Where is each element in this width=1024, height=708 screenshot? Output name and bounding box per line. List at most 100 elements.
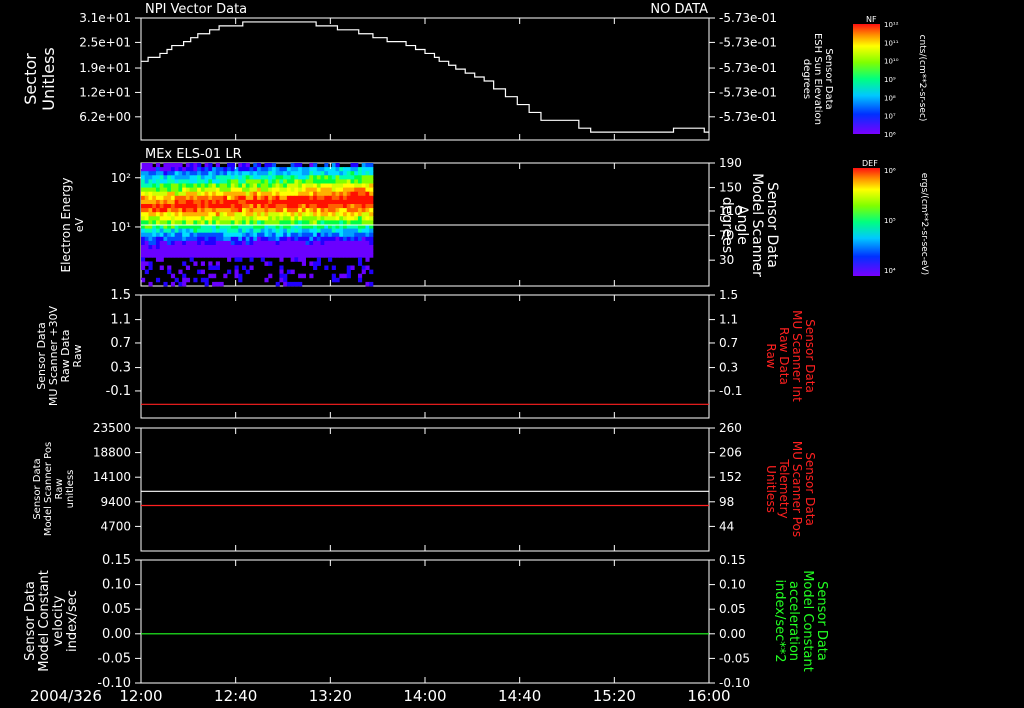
spectrogram-cell: [283, 187, 288, 193]
spectrogram-cell: [305, 179, 310, 184]
spectrogram-cell: [200, 199, 205, 205]
spectrogram-cell: [331, 232, 336, 238]
spectrogram-cell: [294, 187, 299, 193]
spectrogram-cell: [152, 212, 157, 217]
spectrogram-cell: [283, 208, 288, 213]
spectrogram-cell: [271, 199, 277, 205]
ytick-left-label: 0.05: [102, 602, 131, 617]
spectrogram-cell: [141, 240, 146, 246]
spectrogram-cell: [305, 228, 310, 234]
ytick-right-label: 0.05: [719, 602, 746, 616]
spectrogram-cell: [219, 232, 224, 238]
spectrogram-cell: [301, 220, 306, 225]
spectrogram-cell: [294, 183, 299, 188]
spectrogram-cell: [219, 195, 224, 201]
spectrogram-cell: [343, 199, 348, 205]
spectrogram-cell: [159, 253, 164, 258]
spectrogram-cell: [245, 199, 250, 205]
spectrogram-cell: [182, 273, 187, 279]
spectrogram-cell: [331, 249, 336, 254]
spectrogram-cell: [335, 253, 340, 258]
spectrogram-cell: [298, 171, 303, 176]
spectrogram-cell: [313, 208, 318, 213]
spectrogram-cell: [238, 232, 243, 238]
spectrogram-cell: [298, 257, 303, 262]
spectrogram-cell: [253, 208, 258, 213]
spectrogram-cell: [301, 257, 306, 262]
spectrogram-cell: [182, 183, 187, 188]
spectrogram-cell: [215, 199, 220, 205]
spectrogram-cell: [219, 253, 224, 258]
spectrogram-cell: [271, 216, 277, 221]
spectrogram-cell: [290, 183, 295, 188]
spectrogram-cell: [200, 216, 205, 221]
svg-text:velocity: velocity: [51, 595, 66, 646]
spectrogram-cell: [357, 253, 363, 258]
spectrogram-cell: [167, 240, 172, 246]
ytick-left-label: 2.5e+01: [79, 35, 131, 49]
spectrogram-cell: [339, 183, 344, 188]
spectrogram-cell: [365, 187, 370, 193]
spectrogram-cell: [339, 195, 344, 201]
spectrogram-cell: [365, 240, 370, 246]
spectrogram-cell: [230, 171, 235, 176]
spectrogram-cell: [223, 208, 228, 213]
spectrogram-cell: [350, 236, 355, 242]
spectrogram-cell: [215, 208, 220, 213]
spectrogram-cell: [343, 195, 348, 201]
spectrogram-cell: [219, 191, 224, 197]
spectrogram-cell: [309, 249, 314, 254]
spectrogram-cell: [234, 249, 239, 254]
spectrogram-cell: [144, 212, 149, 217]
spectrogram-cell: [163, 187, 168, 193]
spectrogram-cell: [182, 216, 187, 221]
spectrogram-cell: [316, 232, 321, 238]
spectrogram-cell: [271, 232, 277, 238]
svg-text:Sensor Data: Sensor Data: [764, 182, 780, 268]
spectrogram-cell: [316, 183, 321, 188]
spectrogram-cell: [357, 199, 363, 205]
spectrogram-cell: [264, 220, 269, 225]
spectrogram-cell: [260, 199, 265, 205]
spectrogram-cell: [279, 175, 284, 180]
svg-text:ergs/(cm**2-sr-sec-eV): ergs/(cm**2-sr-sec-eV): [919, 173, 929, 275]
spectrogram-cell: [242, 204, 247, 209]
spectrogram-cell: [253, 212, 258, 217]
ytick-left-label: 10¹: [111, 220, 131, 234]
spectrogram-cell: [256, 245, 262, 250]
spectrogram-cell: [365, 245, 370, 250]
spectrogram-cell: [185, 228, 191, 234]
spectrogram-cell: [167, 204, 172, 209]
spectrogram-cell: [159, 208, 164, 213]
spectrogram-cell: [294, 163, 299, 168]
spectrogram-cell: [249, 245, 254, 250]
svg-text:Unitless: Unitless: [764, 465, 778, 513]
spectrogram-cell: [331, 216, 336, 221]
spectrogram-cell: [309, 187, 314, 193]
colorbar-def: DEF 10⁶10⁵10⁴ ergs/(cm**2-sr-sec-eV): [853, 159, 929, 276]
spectrogram-cell: [200, 208, 205, 213]
spectrogram-cell: [313, 212, 318, 217]
spectrogram-cell: [365, 208, 370, 213]
spectrogram-cell: [242, 179, 247, 184]
spectrogram-cell: [301, 191, 306, 197]
spectrogram-cell: [305, 245, 310, 250]
spectrogram-cell: [242, 175, 247, 180]
spectrogram-cell: [328, 171, 333, 176]
spectrogram-cell: [193, 253, 198, 258]
spectrogram-cell: [152, 167, 157, 172]
spectrogram-cell: [170, 199, 176, 205]
spectrogram-cell: [324, 253, 329, 258]
ytick-left-label: 0.00: [102, 627, 131, 642]
spectrogram-cell: [234, 212, 239, 217]
spectrogram-cell: [144, 269, 149, 275]
ytick-left-label: 1.2e+01: [79, 85, 131, 99]
spectrogram-cell: [155, 208, 161, 213]
spectrogram-cell: [279, 240, 284, 246]
spectrogram-cell: [170, 179, 176, 184]
spectrogram-cell: [335, 220, 340, 225]
spectrogram-cell: [331, 273, 336, 279]
spectrogram-cell: [212, 245, 217, 250]
colorbar-nf-tick: 10⁶: [884, 131, 896, 139]
spectrogram-cell: [238, 228, 243, 234]
